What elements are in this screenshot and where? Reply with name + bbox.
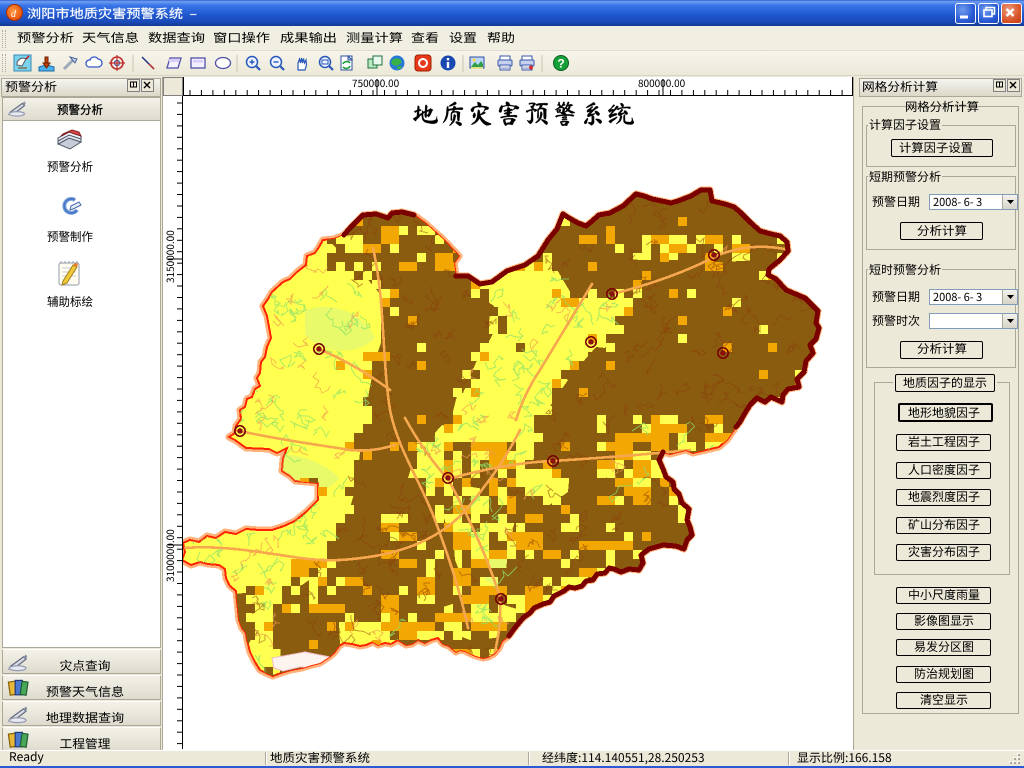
svg-text:d: d xyxy=(11,9,17,19)
